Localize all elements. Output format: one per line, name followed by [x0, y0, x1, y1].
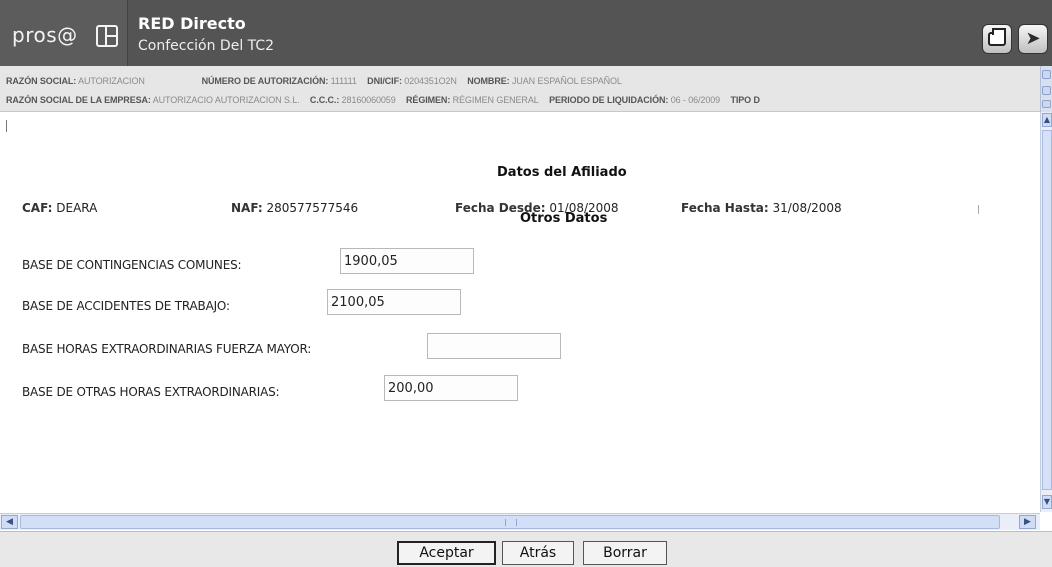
- info-value: JUAN ESPAÑOL ESPAÑOL: [511, 76, 622, 86]
- section-title-otros: Otros Datos: [520, 211, 608, 226]
- scroll-down-icon[interactable]: ▼: [1042, 495, 1052, 509]
- info-bar-scrollbar[interactable]: [1040, 66, 1052, 112]
- scroll-up-icon[interactable]: ▲: [1042, 113, 1052, 127]
- info-label: TIPO D: [730, 95, 760, 105]
- otras-horas-label: BASE DE OTRAS HORAS EXTRAORDINARIAS:: [22, 385, 280, 399]
- info-value: 06 - 06/2009: [670, 95, 721, 105]
- info-value: RÉGIMEN GENERAL: [452, 95, 539, 105]
- prosa-logo-icon: [96, 25, 118, 47]
- info-label: RAZÓN SOCIAL DE LA EMPRESA:: [6, 95, 151, 105]
- aceptar-button[interactable]: Aceptar: [397, 541, 496, 565]
- vertical-scrollbar[interactable]: ▲ ▼: [1040, 112, 1052, 512]
- logo-text: pros@: [12, 23, 78, 47]
- scroll-right-icon[interactable]: ▶: [1019, 515, 1036, 529]
- otras-horas-input[interactable]: [384, 375, 518, 401]
- main-panel: Datos del Afiliado CAF: DEARA NAF: 28057…: [0, 113, 1040, 513]
- horizontal-scrollbar[interactable]: ◀ ▶: [0, 513, 1040, 530]
- section-title-afiliado: Datos del Afiliado: [497, 165, 627, 180]
- caf-label: CAF:: [22, 201, 53, 215]
- scroll-down-icon[interactable]: [1042, 86, 1051, 95]
- exit-button[interactable]: ➤: [1018, 24, 1048, 54]
- scroll-thumb[interactable]: [1042, 130, 1052, 490]
- caf-field: CAF: DEARA: [22, 201, 97, 215]
- naf-value: 280577577546: [266, 201, 359, 215]
- printer-icon: [988, 28, 1006, 46]
- text-caret: [6, 120, 7, 132]
- app-title: RED Directo: [138, 14, 246, 33]
- info-value: 28160060059: [341, 95, 396, 105]
- naf-label: NAF:: [231, 201, 263, 215]
- footer-bar: Aceptar Atrás Borrar: [0, 531, 1052, 567]
- scroll-thumb[interactable]: [20, 515, 1000, 529]
- scroll-left-icon[interactable]: ◀: [1, 515, 18, 529]
- app-header: pros@ RED Directo Confección Del TC2 ➤: [0, 0, 1052, 66]
- info-value: 111111: [330, 76, 357, 86]
- scroll-thumb[interactable]: [1042, 100, 1051, 108]
- scroll-up-icon[interactable]: [1042, 70, 1051, 79]
- info-label: RÉGIMEN:: [406, 95, 451, 105]
- info-line-1: RAZÓN SOCIAL: AUTORIZACION NÚMERO DE AUT…: [6, 76, 630, 86]
- logo: pros@: [0, 0, 128, 66]
- fecha-hasta-value: 31/08/2008: [772, 201, 842, 215]
- print-button[interactable]: [982, 24, 1012, 54]
- company-info-bar: RAZÓN SOCIAL: AUTORIZACION NÚMERO DE AUT…: [0, 66, 1040, 112]
- horas-fuerza-mayor-label: BASE HORAS EXTRAORDINARIAS FUERZA MAYOR:: [22, 342, 312, 356]
- accidentes-trabajo-label: BASE DE ACCIDENTES DE TRABAJO:: [22, 299, 230, 313]
- info-value: AUTORIZACIO AUTORIZACION S.L.: [152, 95, 300, 105]
- info-label: NOMBRE:: [467, 76, 510, 86]
- exit-runner-icon: ➤: [1025, 28, 1041, 49]
- accidentes-trabajo-input[interactable]: [327, 289, 461, 315]
- app-subtitle: Confección Del TC2: [138, 38, 275, 54]
- info-label: RAZÓN SOCIAL:: [6, 76, 77, 86]
- atras-button[interactable]: Atrás: [502, 541, 574, 565]
- contingencias-comunes-label: BASE DE CONTINGENCIAS COMUNES:: [22, 258, 242, 272]
- divider-mark: [978, 205, 979, 214]
- info-line-2: RAZÓN SOCIAL DE LA EMPRESA: AUTORIZACIO …: [6, 95, 760, 105]
- borrar-button[interactable]: Borrar: [583, 541, 667, 565]
- info-label: C.C.C.:: [309, 95, 340, 105]
- grip-icon: [505, 519, 517, 526]
- info-value: AUTORIZACION: [78, 76, 145, 86]
- horas-fuerza-mayor-input[interactable]: [427, 333, 561, 359]
- naf-field: NAF: 280577577546: [231, 201, 358, 215]
- info-value: 0204351O2N: [404, 76, 457, 86]
- info-label: PERIODO DE LIQUIDACIÓN:: [549, 95, 669, 105]
- fecha-hasta-field: Fecha Hasta: 31/08/2008: [681, 201, 842, 215]
- contingencias-comunes-input[interactable]: [340, 248, 474, 274]
- fecha-hasta-label: Fecha Hasta:: [681, 201, 769, 215]
- info-label: NÚMERO DE AUTORIZACIÓN:: [201, 76, 329, 86]
- caf-value: DEARA: [56, 201, 98, 215]
- info-label: DNI/CIF:: [367, 76, 402, 86]
